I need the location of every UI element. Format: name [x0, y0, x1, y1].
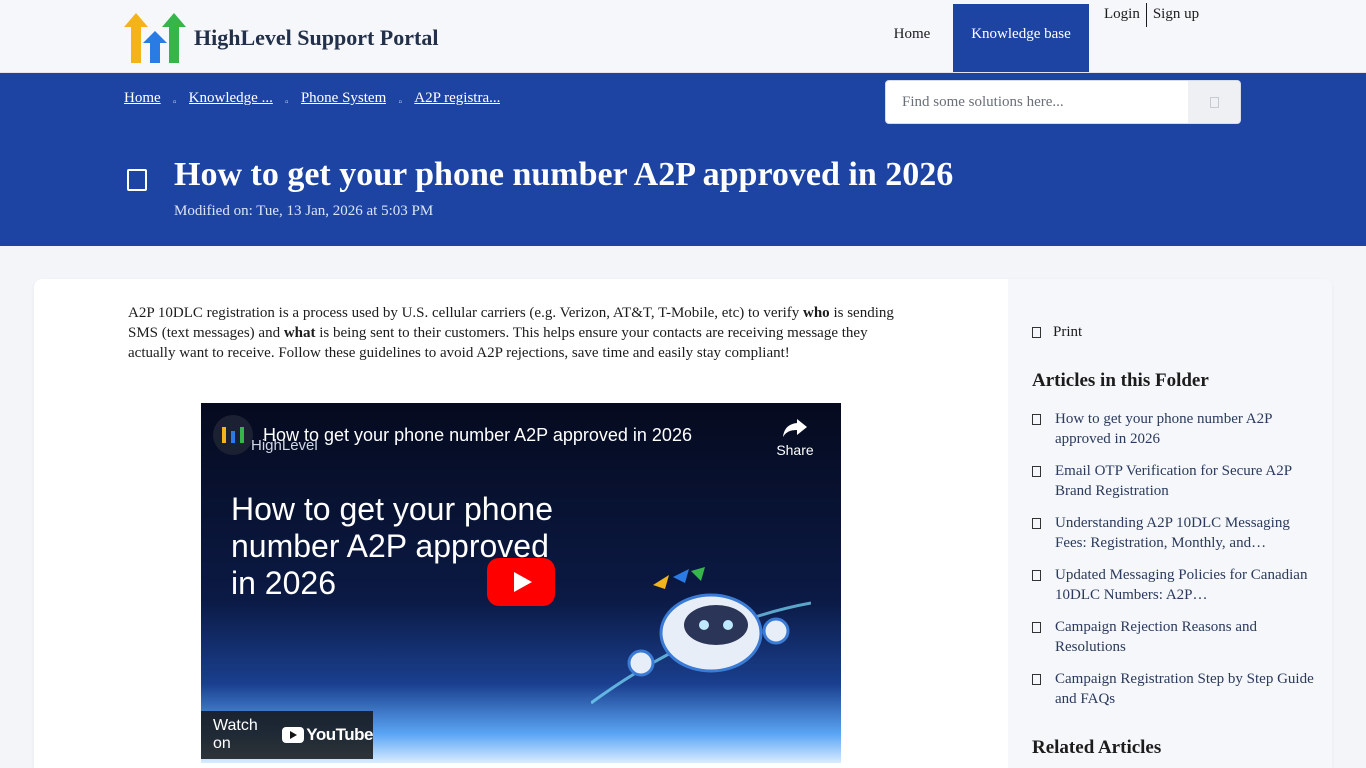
highlevel-logo[interactable]	[124, 13, 186, 63]
breadcrumb-separator-icon: ▫	[285, 97, 289, 108]
breadcrumb-phone-system[interactable]: Phone System	[301, 90, 386, 107]
article-link[interactable]: Email OTP Verification for Secure A2P Br…	[1055, 461, 1322, 501]
print-label: Print	[1053, 324, 1083, 340]
search-icon	[1209, 96, 1219, 108]
article-link[interactable]: Campaign Rejection Reasons and Resolutio…	[1055, 617, 1322, 657]
article-icon	[1032, 674, 1041, 685]
search-button[interactable]	[1188, 81, 1240, 123]
article-card: A2P 10DLC registration is a process used…	[34, 279, 1332, 768]
document-icon	[127, 169, 147, 191]
nav-home[interactable]: Home	[880, 0, 944, 72]
breadcrumb-separator-icon: ▫	[172, 97, 177, 108]
list-item: Updated Messaging Policies for Canadian …	[1032, 565, 1322, 617]
article-link[interactable]: Campaign Registration Step by Step Guide…	[1055, 669, 1322, 709]
article-icon	[1032, 622, 1041, 633]
list-item: Campaign Registration Step by Step Guide…	[1032, 669, 1322, 721]
list-item: Campaign Rejection Reasons and Resolutio…	[1032, 617, 1322, 669]
list-item: Understanding A2P 10DLC Messaging Fees: …	[1032, 513, 1322, 565]
youtube-wordmark: YouTube	[306, 725, 373, 744]
article-sidebar: Print Articles in this Folder How to get…	[1008, 279, 1332, 768]
intro-bold: what	[283, 325, 316, 341]
breadcrumb: Home ▫ Knowledge ... ▫ Phone System ▫ A2…	[124, 89, 500, 108]
article-link[interactable]: How to get your phone number A2P approve…	[1055, 409, 1322, 449]
nav-knowledge-base[interactable]: Knowledge base	[953, 4, 1089, 72]
watch-on-youtube[interactable]: Watch on YouTube	[201, 711, 373, 759]
portal-title[interactable]: HighLevel Support Portal	[194, 25, 438, 51]
article-icon	[1032, 518, 1041, 529]
breadcrumb-a2p[interactable]: A2P registra...	[414, 90, 500, 107]
article-icon	[1032, 466, 1041, 477]
article-icon	[1032, 570, 1041, 581]
list-item: Email OTP Verification for Secure A2P Br…	[1032, 461, 1322, 513]
channel-avatar[interactable]	[213, 415, 253, 455]
folder-articles: How to get your phone number A2P approve…	[1032, 409, 1322, 721]
youtube-embed[interactable]: HighLevel How to get your phone number A…	[201, 403, 841, 763]
intro-text: A2P 10DLC registration is a process used…	[128, 305, 803, 321]
robot-mascot-icon	[591, 567, 811, 705]
print-button[interactable]: Print	[1032, 324, 1082, 341]
intro-bold: who	[803, 305, 830, 321]
share-icon	[783, 419, 807, 437]
page-title: How to get your phone number A2P approve…	[174, 156, 954, 193]
article-hero: Home ▫ Knowledge ... ▫ Phone System ▫ A2…	[0, 73, 1366, 246]
top-header: HighLevel Support Portal Home Knowledge …	[0, 0, 1366, 73]
list-item: How to get your phone number A2P approve…	[1032, 409, 1322, 461]
video-title[interactable]: How to get your phone number A2P approve…	[263, 425, 692, 446]
breadcrumb-separator-icon: ▫	[398, 97, 403, 108]
breadcrumb-knowledge[interactable]: Knowledge ...	[189, 90, 273, 107]
print-icon	[1032, 327, 1041, 338]
watch-on-label: Watch on	[213, 717, 258, 752]
youtube-play-icon	[282, 727, 305, 743]
search-box	[885, 80, 1241, 124]
article-icon	[1032, 414, 1041, 425]
play-button-icon[interactable]	[487, 558, 555, 606]
youtube-logo-icon: YouTube	[282, 725, 373, 745]
modified-date: Modified on: Tue, 13 Jan, 2026 at 5:03 P…	[174, 203, 434, 219]
search-input[interactable]	[886, 81, 1189, 123]
folder-heading: Articles in this Folder	[1032, 370, 1209, 391]
article-link[interactable]: Updated Messaging Policies for Canadian …	[1055, 565, 1322, 605]
breadcrumb-home[interactable]: Home	[124, 90, 161, 107]
related-heading: Related Articles	[1032, 737, 1162, 758]
share-label: Share	[776, 442, 814, 458]
share-button[interactable]: Share	[767, 417, 823, 458]
article-link[interactable]: Understanding A2P 10DLC Messaging Fees: …	[1055, 513, 1322, 553]
signup-link[interactable]: Sign up	[1147, 3, 1205, 27]
login-link[interactable]: Login	[1098, 3, 1146, 27]
auth-links: Login Sign up	[1098, 3, 1205, 27]
article-intro: A2P 10DLC registration is a process used…	[128, 303, 898, 363]
